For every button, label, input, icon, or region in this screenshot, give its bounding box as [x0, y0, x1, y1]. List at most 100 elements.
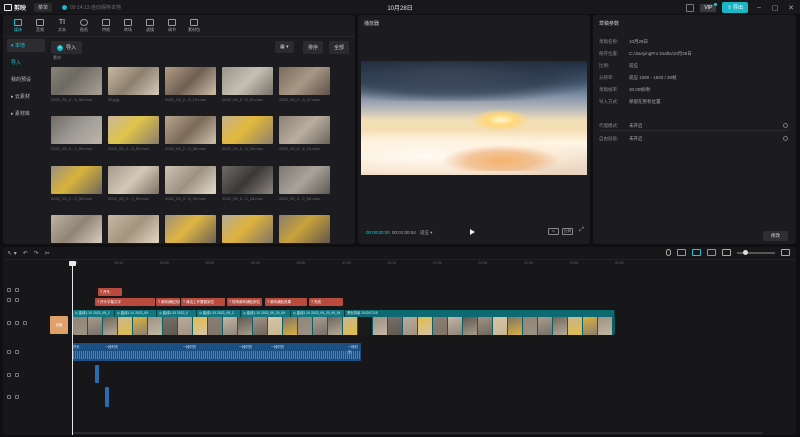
media-item[interactable]: 33.jpg	[108, 67, 159, 102]
tab-adjust[interactable]: 调节	[161, 15, 183, 36]
preview-quality-select[interactable]: 适应 ▾	[420, 230, 433, 236]
tab-text[interactable]: TI 文本	[51, 15, 73, 36]
audio-clip-small-2[interactable]	[105, 387, 109, 407]
media-item[interactable]	[279, 214, 330, 245]
sidebar-item[interactable]: 导入	[7, 56, 45, 69]
timeline-scrollbar[interactable]	[73, 432, 763, 434]
media-thumbnail[interactable]	[165, 165, 216, 194]
zoom-slider[interactable]	[737, 249, 775, 255]
speaker-icon[interactable]	[23, 321, 27, 325]
media-item[interactable]	[108, 214, 159, 245]
lock-icon[interactable]	[7, 350, 11, 354]
help-icon[interactable]	[783, 123, 788, 128]
media-item[interactable]: 2022_09_2...0_08.mov	[51, 165, 102, 201]
media-item[interactable]: 2022_09_2...2_55.mov	[279, 165, 330, 201]
media-thumbnail[interactable]	[279, 116, 330, 145]
text-clip[interactable]: T 瓷砖铺贴完成	[156, 298, 180, 306]
media-thumbnail[interactable]	[279, 165, 330, 194]
eye-icon[interactable]	[15, 321, 19, 325]
media-thumbnail[interactable]	[279, 214, 330, 243]
eye-icon[interactable]	[15, 288, 19, 292]
text-clip[interactable]: T 瓷砖铺贴效果	[265, 298, 307, 306]
lock-icon[interactable]	[7, 288, 11, 292]
media-thumbnail[interactable]	[51, 165, 102, 194]
zoom-slider-knob[interactable]	[743, 249, 748, 255]
text-clip[interactable]: T 现场瓷砖铺贴到位	[227, 298, 262, 306]
media-item[interactable]	[222, 214, 273, 245]
media-thumbnail[interactable]	[108, 67, 159, 95]
text-clip[interactable]: T 开头字幕文字	[95, 298, 155, 306]
keyboard-shortcut-icon[interactable]	[686, 3, 695, 12]
minimize-icon[interactable]: –	[754, 4, 764, 11]
text-clip[interactable]: T 开头	[98, 288, 122, 296]
media-item[interactable]: 2022_09_2...0_38.mov	[165, 116, 216, 151]
timeline-ruler[interactable]: 00:0000:1000:2000:3000:4000:5001:0001:10…	[69, 261, 796, 269]
media-item[interactable]: 2022_09_2...3_53.mov	[108, 116, 159, 151]
main-video-track[interactable]: ◎ 曲线1.1X 2022_09_2 ◎ 曲线1.1X 2022_09 ◎ 曲线1.…	[73, 310, 615, 335]
undo-icon[interactable]: ↶	[23, 250, 28, 257]
ratio-button[interactable]: 比例	[562, 228, 573, 235]
media-thumbnail[interactable]	[165, 214, 216, 243]
media-thumbnail[interactable]	[165, 67, 216, 95]
speaker-icon[interactable]	[15, 350, 19, 354]
microphone-icon[interactable]	[666, 249, 671, 256]
vip-badge[interactable]: VIP	[700, 2, 718, 12]
media-thumbnail[interactable]	[222, 165, 273, 194]
audio-track[interactable]: 开头 一段时光 一段时光 一段时光 一段时光 一段时光	[73, 343, 361, 361]
lock-icon[interactable]	[7, 298, 11, 302]
video-clip-label[interactable]: ◎ 曲线1.1X 2022_09_2	[197, 310, 241, 317]
preview-axis-icon[interactable]	[707, 249, 716, 256]
media-item[interactable]: 2022_09_2...3_08.mov	[51, 67, 102, 102]
video-clip-label[interactable]: ◎ 曲线1.1X 2022_0	[157, 310, 197, 317]
media-item[interactable]: 2022_09_2...3_07.mov	[279, 67, 330, 102]
media-item[interactable]: 2022_09_2...7_59.mov	[108, 165, 159, 201]
eye-icon[interactable]	[15, 298, 19, 302]
media-thumbnail[interactable]	[51, 116, 102, 145]
media-item[interactable]: 2022_09_2...4_09.mov	[222, 116, 273, 151]
media-thumbnail[interactable]	[165, 116, 216, 145]
zoom-out-icon[interactable]	[722, 249, 731, 256]
select-tool-icon[interactable]: ↖ ▾	[7, 250, 17, 257]
sidebar-item[interactable]: 我的预设	[7, 73, 45, 86]
sidebar-item[interactable]: ▾ 本地	[7, 39, 45, 52]
media-thumbnail[interactable]	[222, 67, 273, 95]
fullscreen-icon[interactable]: ⤢	[578, 227, 585, 235]
audio-clip-small-1[interactable]	[95, 365, 99, 383]
video-clip-label[interactable]: ◎ 曲线1.1X 2022_09_29_09_54	[291, 310, 345, 317]
media-item[interactable]	[51, 214, 102, 245]
playhead[interactable]	[69, 261, 76, 435]
preview-mode-button[interactable]: ▭	[548, 228, 559, 235]
video-clip-label[interactable]: ◎ 曲线1.1X 2022_09	[115, 310, 157, 317]
media-item[interactable]	[165, 214, 216, 245]
media-thumbnail[interactable]	[222, 214, 273, 243]
sort-button[interactable]: 排序	[303, 41, 324, 54]
media-item[interactable]: 2022_09_2...2_16.mov	[222, 165, 273, 201]
snap-icon[interactable]	[677, 249, 686, 256]
sidebar-item[interactable]: ▸ 云素材	[7, 90, 45, 103]
sidebar-item[interactable]: ▸ 素材库	[7, 107, 45, 120]
export-button[interactable]: ⇪ 导出	[722, 2, 748, 13]
video-preview[interactable]	[361, 61, 587, 175]
media-item[interactable]: 2022_09_2...1_59.mov	[51, 116, 102, 151]
media-thumbnail[interactable]	[108, 116, 159, 145]
import-button[interactable]: + 导入	[51, 41, 83, 54]
text-clip[interactable]: T 完成	[309, 298, 343, 306]
media-thumbnail[interactable]	[279, 67, 330, 95]
media-thumbnail[interactable]	[222, 116, 273, 145]
media-thumbnail[interactable]	[51, 214, 102, 243]
video-clip-label[interactable]: 黑色背景 2022/07/28	[345, 310, 615, 317]
media-thumbnail[interactable]	[108, 165, 159, 194]
video-clip-label[interactable]: ◎ 曲线1.1X 2022_09_2	[73, 310, 115, 317]
redo-icon[interactable]: ↷	[34, 250, 39, 257]
media-item[interactable]: 2022_09_2...4_12.mov	[279, 116, 330, 151]
text-clip[interactable]: T 清洁工作要做到位	[181, 298, 225, 306]
video-clip-label[interactable]: ◎ 曲线1.1X 2022_09_29_09	[241, 310, 291, 317]
tab-filter[interactable]: 滤镜	[139, 15, 161, 36]
lock-icon[interactable]	[7, 321, 11, 325]
lock-icon[interactable]	[7, 395, 11, 399]
media-thumbnail[interactable]	[108, 214, 159, 243]
speaker-icon[interactable]	[15, 373, 19, 377]
close-icon[interactable]: ✕	[786, 4, 796, 12]
tab-package[interactable]: 素材包	[183, 15, 205, 36]
play-icon[interactable]	[470, 229, 475, 235]
